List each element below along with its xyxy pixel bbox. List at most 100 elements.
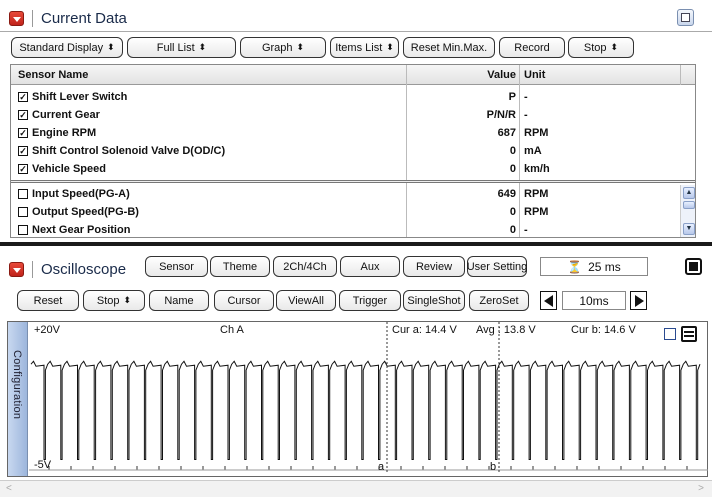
triangle-right-icon: [635, 295, 644, 307]
column-value[interactable]: Value: [487, 69, 516, 81]
table-row[interactable]: ✓ Current Gear P/N/R -: [11, 106, 695, 124]
sensor-unit: -: [524, 109, 528, 121]
trigger-button[interactable]: Trigger: [339, 290, 401, 311]
row-checkbox[interactable]: ✓: [18, 146, 28, 156]
table-row[interactable]: ✓ Shift Control Solenoid Valve D(OD/C) 0 mA: [11, 142, 695, 160]
record-button[interactable]: Record: [499, 37, 565, 58]
row-checkbox[interactable]: [18, 207, 28, 217]
table-header: Sensor Name Value Unit: [11, 65, 695, 85]
table-row[interactable]: Output Speed(PG-B) 0 RPM: [11, 203, 695, 221]
column-sensor-name[interactable]: Sensor Name: [18, 69, 88, 81]
table-scrollbar[interactable]: ▲ ▼: [680, 185, 695, 237]
y-min-label: -5V: [34, 459, 52, 471]
standard-display-button-label: Standard Display: [19, 41, 104, 54]
up-down-arrows-icon: ⬍: [123, 295, 132, 305]
table-row[interactable]: ✓ Shift Lever Switch P -: [11, 88, 695, 106]
column-unit[interactable]: Unit: [524, 69, 545, 81]
time-div-value: 10ms: [579, 293, 609, 308]
sensor-table: Sensor Name Value Unit ✓ Shift Lever Swit…: [10, 64, 696, 238]
reset-button[interactable]: Reset: [17, 290, 79, 311]
time-div-field[interactable]: 10ms: [562, 291, 626, 310]
stop-button[interactable]: Stop ⬍: [83, 290, 145, 311]
aux-button[interactable]: Aux: [340, 256, 400, 277]
timer-icon: ⏳: [567, 259, 583, 274]
viewall-button[interactable]: ViewAll: [276, 290, 336, 311]
scroll-thumb[interactable]: [683, 201, 695, 209]
configuration-tab[interactable]: Configuration: [8, 322, 28, 476]
cursor-a-marker[interactable]: a: [378, 461, 384, 473]
average-readout: Avg : 13.8 V: [476, 324, 536, 336]
time-prev-button[interactable]: [540, 291, 557, 310]
channel-checkbox[interactable]: [664, 328, 676, 340]
zeroset-button[interactable]: ZeroSet: [469, 290, 529, 311]
oscilloscope-plot[interactable]: Configuration +20V -5V Ch A Cur a: 14.4 …: [7, 321, 708, 477]
column-divider: [680, 65, 681, 85]
maximize-icon[interactable]: [677, 9, 694, 26]
user-setting-button[interactable]: User Setting: [467, 256, 527, 277]
standard-display-button[interactable]: Standard Display ⬍: [11, 37, 123, 58]
up-down-arrows-icon: ⬍: [107, 42, 115, 52]
graph-button-label: Graph: [261, 41, 293, 54]
row-checkbox[interactable]: [18, 189, 28, 199]
sensor-name: Input Speed(PG-A): [32, 188, 130, 200]
row-checkbox[interactable]: ✓: [18, 92, 28, 102]
sensor-value: 687: [497, 127, 516, 139]
full-list-button[interactable]: Full List ⬍: [127, 37, 236, 58]
horizontal-scrollbar[interactable]: < >: [0, 480, 712, 497]
row-checkbox[interactable]: ✓: [18, 164, 28, 174]
record-stop-icon[interactable]: [685, 258, 702, 275]
cursor-button-label: Cursor: [227, 294, 261, 307]
items-list-button[interactable]: Items List ⬍: [330, 37, 399, 58]
stop-button[interactable]: Stop ⬍: [568, 37, 634, 58]
channel-menu-icon[interactable]: [681, 326, 697, 342]
sensor-unit: -: [524, 224, 528, 236]
2ch-4ch-button[interactable]: 2Ch/4Ch: [273, 256, 337, 277]
scroll-left-icon[interactable]: <: [6, 483, 12, 494]
sensor-value: P: [508, 91, 516, 103]
full-list-button-label: Full List: [156, 41, 195, 54]
2ch-4ch-button-label: 2Ch/4Ch: [283, 260, 327, 273]
name-button[interactable]: Name: [149, 290, 209, 311]
oscilloscope-title: Oscilloscope: [41, 260, 127, 278]
sensor-value: 0: [509, 163, 516, 175]
table-row[interactable]: Input Speed(PG-A) 649 RPM: [11, 185, 695, 203]
reset-min-max-button[interactable]: Reset Min.Max.: [403, 37, 495, 58]
up-down-arrows-icon: ⬍: [610, 42, 619, 52]
collapse-icon[interactable]: [9, 10, 24, 26]
items-list-button-label: Items List: [335, 41, 383, 54]
zeroset-button-label: ZeroSet: [479, 294, 519, 307]
singleshot-button-label: SingleShot: [407, 294, 461, 307]
sensor-name: Shift Control Solenoid Valve D(OD/C): [32, 145, 226, 157]
graph-button[interactable]: Graph ⬍: [240, 37, 326, 58]
waveform-canvas[interactable]: [29, 322, 708, 476]
reset-button-label: Reset: [33, 294, 63, 307]
table-row[interactable]: ✓ Vehicle Speed 0 km/h: [11, 160, 695, 178]
viewall-button-label: ViewAll: [288, 294, 324, 307]
singleshot-button[interactable]: SingleShot: [403, 290, 465, 311]
cursor-button[interactable]: Cursor: [214, 290, 274, 311]
review-button-label: Review: [415, 260, 453, 273]
time-next-button[interactable]: [630, 291, 647, 310]
row-checkbox[interactable]: ✓: [18, 110, 28, 120]
up-down-arrows-icon: ⬍: [386, 42, 394, 52]
scroll-up-icon[interactable]: ▲: [683, 187, 695, 199]
header-separator: [32, 9, 33, 27]
cursor-b-marker[interactable]: b: [490, 461, 496, 473]
collapse-icon[interactable]: [9, 261, 24, 277]
theme-button[interactable]: Theme: [210, 256, 270, 277]
table-row[interactable]: ✓ Engine RPM 687 RPM: [11, 124, 695, 142]
row-checkbox[interactable]: ✓: [18, 128, 28, 138]
scroll-right-icon[interactable]: >: [698, 483, 704, 494]
cursor-a-readout: Cur a: 14.4 V: [392, 324, 457, 336]
sensor-name: Vehicle Speed: [32, 163, 106, 175]
current-data-title: Current Data: [41, 9, 127, 27]
reset-min-max-button-label: Reset Min.Max.: [410, 41, 488, 54]
sensor-button[interactable]: Sensor: [145, 256, 208, 277]
sensor-unit: -: [524, 91, 528, 103]
review-button[interactable]: Review: [403, 256, 465, 277]
table-row[interactable]: Next Gear Position 0-: [11, 221, 695, 237]
configuration-label: Configuration: [11, 350, 23, 420]
panel-splitter[interactable]: [0, 242, 712, 246]
row-checkbox[interactable]: [18, 225, 28, 235]
scroll-down-icon[interactable]: ▼: [683, 223, 695, 235]
